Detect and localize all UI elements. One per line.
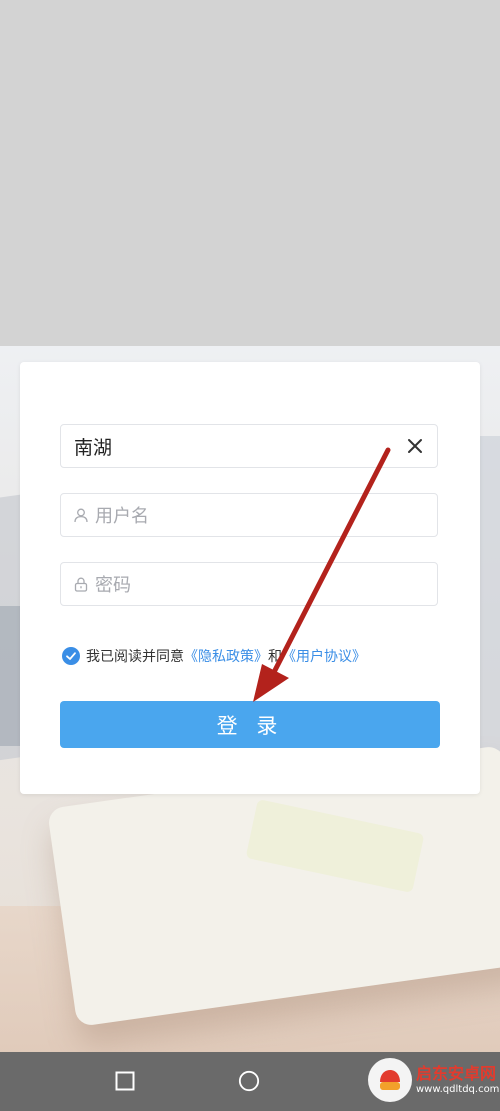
agreement-row: 我已阅读并同意 《隐私政策》 和 《用户协议》 (62, 646, 366, 666)
user-icon (73, 507, 89, 523)
lock-icon (73, 576, 89, 592)
login-button[interactable]: 登 录 (60, 701, 440, 748)
school-value: 南湖 (74, 436, 113, 459)
agree-checkbox[interactable] (62, 647, 80, 665)
agreement-conjunction: 和 (268, 649, 282, 665)
watermark-text: 启东安卓网 www.qdltdq.com (416, 1063, 500, 1096)
username-placeholder: 用户名 (95, 506, 149, 527)
top-blank-area (0, 0, 500, 346)
watermark-url: www.qdltdq.com (416, 1083, 500, 1095)
password-field[interactable]: 密码 (60, 562, 438, 606)
check-icon (66, 652, 76, 660)
watermark-logo-icon (368, 1058, 412, 1102)
square-icon (115, 1071, 135, 1091)
home-button[interactable] (238, 1070, 260, 1092)
recent-apps-button[interactable] (114, 1070, 136, 1092)
clear-button[interactable] (403, 434, 427, 458)
circle-icon (238, 1070, 260, 1092)
user-agreement-link[interactable]: 《用户协议》 (282, 646, 366, 666)
username-field[interactable]: 用户名 (60, 493, 438, 537)
login-card: 南湖 用户名 密码 我已阅读并同意 《隐私政策》 和 《用户协议》 登 录 (20, 362, 480, 794)
school-field[interactable]: 南湖 (60, 424, 438, 468)
password-placeholder: 密码 (95, 575, 131, 596)
close-icon (408, 439, 422, 453)
watermark: 启东安卓网 www.qdltdq.com (360, 1049, 500, 1111)
watermark-title: 启东安卓网 (416, 1063, 497, 1083)
agreement-text: 我已阅读并同意 (86, 649, 184, 665)
privacy-policy-link[interactable]: 《隐私政策》 (184, 646, 268, 666)
